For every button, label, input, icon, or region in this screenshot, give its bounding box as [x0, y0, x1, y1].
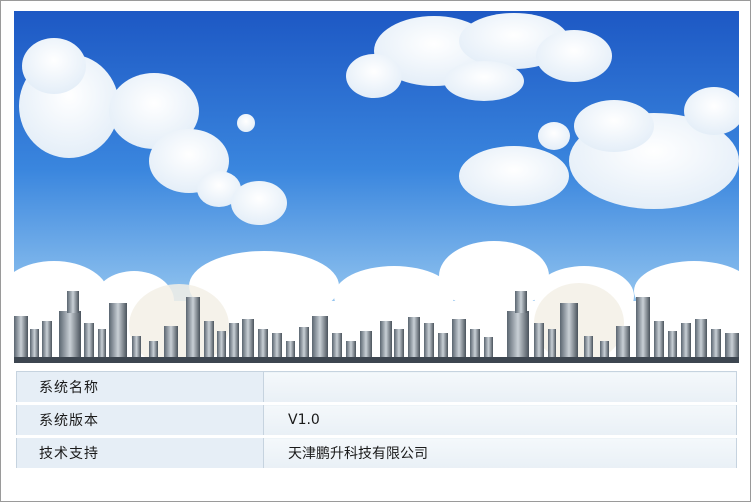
system-name-value	[263, 371, 737, 404]
system-version-value: V1.0	[263, 403, 737, 437]
tech-support-value: 天津鹏升科技有限公司	[263, 436, 737, 470]
system-version-label: 系统版本	[16, 403, 264, 437]
about-window: 系统名称 系统版本 V1.0 技术支持 天津鹏升科技有限公司	[0, 0, 751, 502]
banner-image	[14, 11, 739, 363]
tech-support-label: 技术支持	[16, 436, 264, 470]
system-name-label: 系统名称	[16, 371, 264, 404]
table-row: 技术支持 天津鹏升科技有限公司	[16, 436, 737, 470]
system-info-table: 系统名称 系统版本 V1.0 技术支持 天津鹏升科技有限公司	[16, 371, 737, 471]
table-row: 系统版本 V1.0	[16, 403, 737, 437]
table-row: 系统名称	[16, 371, 737, 404]
